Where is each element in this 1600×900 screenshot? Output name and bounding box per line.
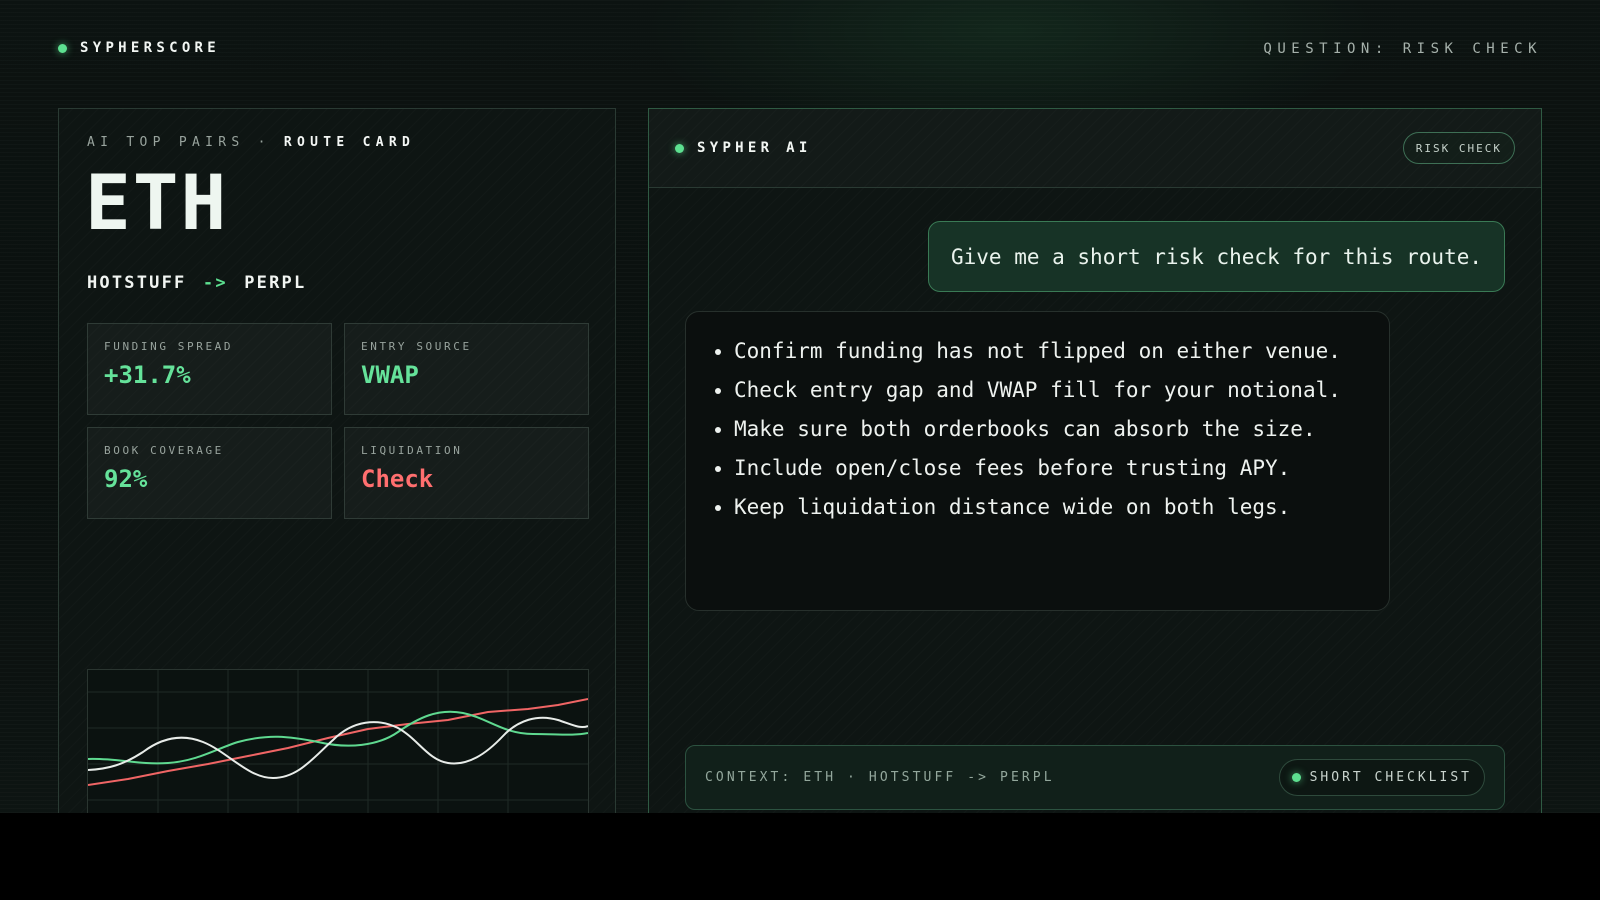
checklist-item: Include open/close fees before trusting … [734,453,1367,484]
metric-label: FUNDING SPREAD [104,340,234,353]
asset-symbol: ETH [85,158,229,247]
metric-value: VWAP [361,361,419,389]
route-to-venue: PERPL [244,273,307,293]
sparkline-green [88,710,588,765]
short-checklist-label: SHORT CHECKLIST [1309,770,1472,785]
route-card-panel: AI TOP PAIRS · ROUTE CARD ETH HOTSTUFF -… [58,108,616,813]
route-from-venue: HOTSTUFF [87,273,187,293]
checklist-item: Keep liquidation distance wide on both l… [734,492,1367,523]
status-dot-icon [58,43,67,53]
metric-book-coverage: BOOK COVERAGE 92% [87,427,332,519]
metrics-grid: FUNDING SPREAD +31.7% ENTRY SOURCE VWAP … [87,323,589,519]
checklist-dot-icon [1291,773,1301,782]
assistant-name: SYPHER AI [697,140,812,156]
route-arrow-icon: -> [202,273,228,293]
metric-liquidation: LIQUIDATION Check [344,427,589,519]
assistant-identity: SYPHER AI [675,140,812,156]
chat-panel: SYPHER AI RISK CHECK Give me a short ris… [648,108,1542,813]
eyebrow-title: ROUTE CARD [283,135,416,150]
sparkline-chart [87,669,589,813]
sparkline-white [88,716,588,780]
metric-entry-source: ENTRY SOURCE VWAP [344,323,589,415]
context-bar: CONTEXT: ETH · HOTSTUFF -> PERPL SHORT C… [685,745,1505,810]
question-label: QUESTION: RISK CHECK [1263,41,1542,57]
metric-label: LIQUIDATION [361,444,463,457]
eyebrow-prefix: AI TOP PAIRS · [87,135,271,150]
assistant-status-dot-icon [675,143,684,153]
checklist-item: Check entry gap and VWAP fill for your n… [734,375,1367,406]
chat-header: SYPHER AI RISK CHECK [649,109,1541,188]
risk-check-pill[interactable]: RISK CHECK [1402,132,1515,164]
metric-label: ENTRY SOURCE [361,340,472,353]
metric-value: +31.7% [104,361,191,389]
brand-name: SYPHERSCORE [80,40,221,56]
checklist-item: Make sure both orderbooks can absorb the… [734,414,1367,445]
metric-funding-spread: FUNDING SPREAD +31.7% [87,323,332,415]
checklist-item: Confirm funding has not flipped on eithe… [734,336,1367,367]
brand: SYPHERSCORE [58,40,220,56]
user-message-bubble: Give me a short risk check for this rout… [927,221,1505,292]
metric-value: 92% [104,465,148,493]
context-label: CONTEXT: ETH · HOTSTUFF -> PERPL [705,770,1055,785]
app-stage: SYPHERSCORE QUESTION: RISK CHECK AI TOP … [0,0,1600,813]
short-checklist-button[interactable]: SHORT CHECKLIST [1278,759,1485,796]
metric-value: Check [361,465,434,493]
risk-checklist: Confirm funding has not flipped on eithe… [710,336,1367,523]
sparkline-svg [88,670,588,813]
metric-label: BOOK COVERAGE [104,444,224,457]
route-card-eyebrow: AI TOP PAIRS · ROUTE CARD [87,135,415,150]
assistant-message-bubble: Confirm funding has not flipped on eithe… [685,311,1390,611]
route-path: HOTSTUFF -> PERPL [87,273,306,293]
